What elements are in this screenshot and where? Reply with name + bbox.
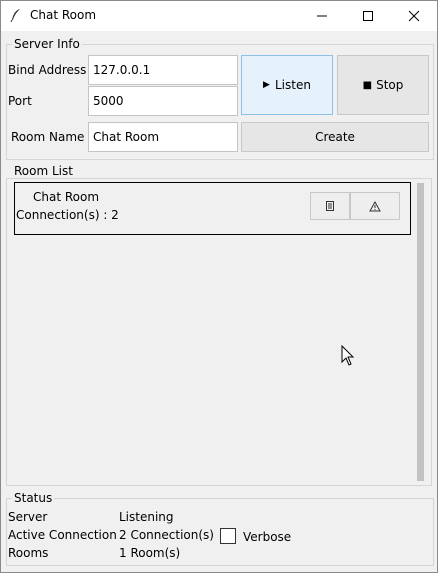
minimize-button[interactable]: [299, 0, 345, 31]
verbose-checkbox[interactable]: [220, 528, 236, 544]
stop-button-label: Stop: [376, 78, 404, 92]
close-button[interactable]: [391, 0, 437, 31]
create-button-label: Create: [315, 130, 355, 144]
maximize-button[interactable]: [345, 0, 391, 31]
room-list-scrollbar[interactable]: [417, 183, 424, 481]
room-name-label: Room Name: [11, 130, 85, 144]
room-list-legend: Room List: [12, 164, 75, 178]
status-legend: Status: [12, 491, 55, 505]
bind-address-label: Bind Address: [8, 63, 87, 77]
port-label: Port: [8, 94, 32, 108]
room-details-button[interactable]: [310, 192, 350, 220]
maximize-icon: [363, 10, 373, 21]
create-button[interactable]: Create: [241, 122, 429, 152]
active-connection-value: 2 Connection(s): [119, 528, 214, 542]
room-card-name: Chat Room: [33, 190, 100, 204]
play-icon: ▶: [263, 80, 270, 90]
listen-button-label: Listen: [274, 78, 311, 92]
window-title: Chat Room: [30, 8, 97, 22]
active-connection-label: Active Connection: [8, 528, 117, 542]
room-warning-button[interactable]: [350, 192, 400, 220]
room-name-input[interactable]: Chat Room: [88, 122, 238, 152]
server-status-value: Listening: [119, 510, 174, 524]
server-info-legend: Server Info: [12, 37, 82, 51]
warning-icon: [369, 200, 381, 211]
bind-address-input[interactable]: 127.0.0.1: [88, 55, 238, 85]
list-icon: [326, 201, 334, 211]
port-input[interactable]: 5000: [88, 86, 238, 116]
mouse-cursor-icon: [341, 344, 357, 367]
listen-button[interactable]: ▶ Listen: [241, 55, 333, 115]
verbose-label: Verbose: [243, 530, 292, 544]
room-card-connections: Connection(s) : 2: [16, 208, 119, 222]
close-icon: [408, 10, 420, 21]
stop-square-icon: ■: [362, 79, 373, 91]
feather-icon: [8, 7, 24, 23]
stop-button[interactable]: ■ Stop: [337, 55, 429, 115]
rooms-label: Rooms: [8, 546, 49, 560]
server-status-label: Server: [8, 510, 48, 524]
rooms-value: 1 Room(s): [119, 546, 181, 560]
minimize-icon: [317, 15, 327, 16]
